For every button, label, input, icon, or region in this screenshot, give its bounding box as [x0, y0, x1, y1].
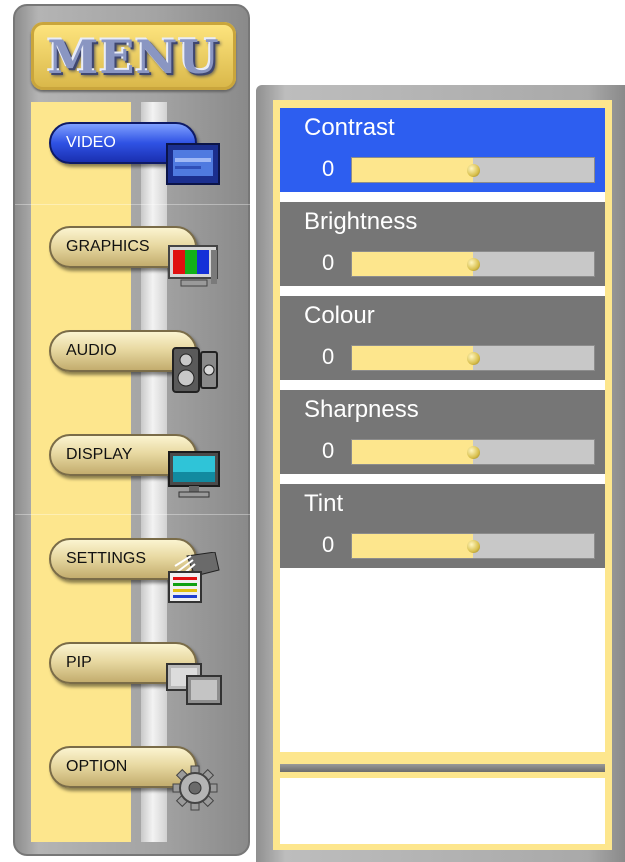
setting-name: Contrast: [304, 114, 395, 141]
setting-row-sharpness[interactable]: Sharpness 0: [280, 390, 605, 474]
slider-knob[interactable]: [467, 540, 480, 553]
slider-fill: [352, 252, 473, 276]
slider-fill: [352, 346, 473, 370]
menu-item-label: VIDEO: [66, 134, 116, 151]
gear-icon: [172, 765, 218, 811]
setting-name: Tint: [304, 490, 344, 517]
slider-knob[interactable]: [467, 164, 480, 177]
picture-in-picture-icon: [166, 663, 222, 705]
setting-name: Brightness: [304, 208, 418, 235]
settings-frame: Contrast 0 Brightness 0 Colour 0 Sharpne…: [273, 100, 612, 850]
menu-item-label: SETTINGS: [66, 550, 147, 567]
contrast-slider[interactable]: [351, 157, 595, 183]
menu-item-pip[interactable]: PIP: [49, 630, 224, 710]
slider-knob[interactable]: [467, 446, 480, 459]
menu-item-label: AUDIO: [66, 342, 117, 359]
settings-footer: [280, 778, 605, 844]
menu-item-label: OPTION: [66, 758, 128, 775]
display-screen-icon: [168, 451, 220, 498]
menu-title-text: MENU: [47, 30, 220, 84]
settings-list: Contrast 0 Brightness 0 Colour 0 Sharpne…: [280, 108, 605, 752]
menu-item-graphics[interactable]: GRAPHICS: [49, 214, 224, 294]
setting-row-brightness[interactable]: Brightness 0: [280, 202, 605, 286]
menu-item-option[interactable]: OPTION: [49, 734, 224, 814]
menu-title: MENU: [31, 22, 236, 90]
setting-value: 0: [322, 344, 335, 369]
menu-item-display[interactable]: DISPLAY: [49, 422, 224, 502]
menu-divider: [15, 204, 265, 205]
setting-row-tint[interactable]: Tint 0: [280, 484, 605, 568]
menu-item-audio[interactable]: AUDIO: [49, 318, 224, 398]
brightness-slider[interactable]: [351, 251, 595, 277]
video-settings-panel: Contrast 0 Brightness 0 Colour 0 Sharpne…: [256, 85, 625, 862]
setting-row-colour[interactable]: Colour 0: [280, 296, 605, 380]
main-menu-panel: MENU VIDEO GRAPHICS AUDIO DISPLAY SETTIN…: [13, 4, 265, 856]
slider-knob[interactable]: [467, 352, 480, 365]
menu-item-label: PIP: [66, 654, 92, 671]
menu-item-label: GRAPHICS: [66, 238, 150, 255]
setting-value: 0: [322, 532, 335, 557]
settings-divider: [280, 764, 605, 772]
menu-item-label: DISPLAY: [66, 446, 133, 463]
slider-fill: [352, 534, 473, 558]
tint-slider[interactable]: [351, 533, 595, 559]
setting-value: 0: [322, 156, 335, 181]
setting-row-contrast[interactable]: Contrast 0: [280, 108, 605, 192]
menu-divider: [15, 514, 265, 515]
sharpness-slider[interactable]: [351, 439, 595, 465]
speaker-icon: [172, 347, 218, 393]
settings-document-icon: [168, 552, 220, 603]
slider-fill: [352, 440, 473, 464]
color-monitor-icon: [168, 245, 218, 287]
slider-fill: [352, 158, 473, 182]
slider-knob[interactable]: [467, 258, 480, 271]
setting-value: 0: [322, 250, 335, 275]
menu-item-video[interactable]: VIDEO: [49, 110, 224, 190]
video-monitor-icon: [166, 143, 220, 185]
menu-item-settings[interactable]: SETTINGS: [49, 526, 224, 606]
setting-name: Colour: [304, 302, 375, 329]
setting-value: 0: [322, 438, 335, 463]
colour-slider[interactable]: [351, 345, 595, 371]
setting-name: Sharpness: [304, 396, 419, 423]
